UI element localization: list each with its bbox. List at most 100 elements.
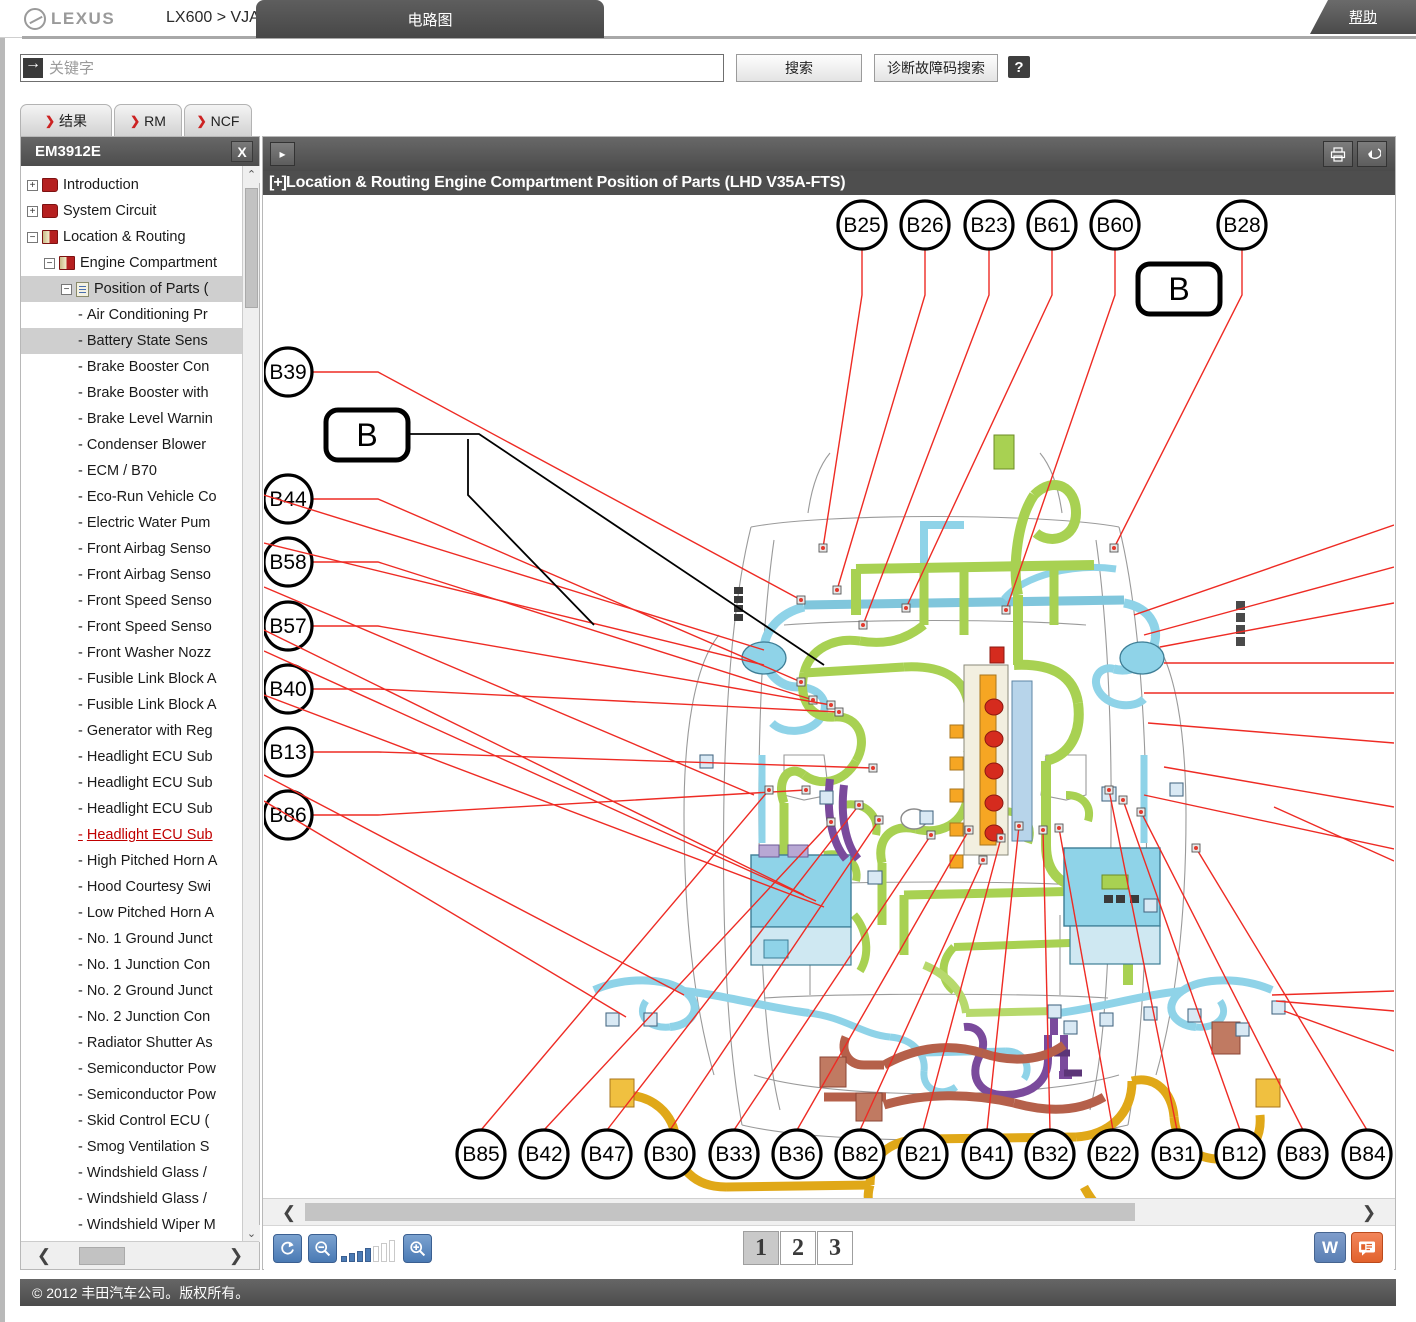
collapse-icon[interactable]: − [27, 232, 38, 243]
zoom-bar[interactable] [349, 1253, 355, 1262]
tree-item[interactable]: +System Circuit [21, 198, 259, 224]
zoom-bar[interactable] [373, 1246, 379, 1262]
tree-item[interactable]: -Electric Water Pum [21, 510, 259, 536]
page-title-expand[interactable]: [+] [269, 174, 286, 192]
callout-B28[interactable]: B28 [1218, 201, 1266, 249]
tree-item[interactable]: -Front Speed Senso [21, 614, 259, 640]
canvas-scroll-left-icon[interactable]: ❮ [277, 1201, 301, 1224]
tree-item[interactable]: -ECM / B70 [21, 458, 259, 484]
tree-item[interactable]: -No. 2 Junction Con [21, 1004, 259, 1030]
callout-B23[interactable]: B23 [965, 201, 1013, 249]
callout-B47[interactable]: B47 [583, 1130, 631, 1178]
tree-item[interactable]: -Fusible Link Block A [21, 692, 259, 718]
tree-item[interactable]: -Windshield Glass / [21, 1160, 259, 1186]
callout-B26[interactable]: B26 [901, 201, 949, 249]
zoom-bar[interactable] [389, 1240, 395, 1262]
search-input[interactable] [43, 56, 723, 80]
tab-rm[interactable]: ❯ RM [114, 104, 182, 136]
tree-item[interactable]: -No. 1 Ground Junct [21, 926, 259, 952]
printer-icon[interactable] [1323, 141, 1353, 167]
diagram-canvas[interactable]: B25B26B23B61B60B28B39B44B58B57B40B13B86B… [264, 195, 1394, 1322]
tree-item[interactable]: -Semiconductor Pow [21, 1082, 259, 1108]
tree-item[interactable]: -Front Speed Senso [21, 588, 259, 614]
tree-item[interactable]: −Engine Compartment [21, 250, 259, 276]
callout-B39[interactable]: B39 [264, 348, 312, 396]
tree-item[interactable]: +Introduction [21, 172, 259, 198]
callout-B25[interactable]: B25 [838, 201, 886, 249]
zoom-bar[interactable] [357, 1251, 363, 1262]
canvas-scroll-right-icon[interactable]: ❯ [1357, 1201, 1381, 1224]
callout-B85[interactable]: B85 [457, 1130, 505, 1178]
back-icon[interactable] [1357, 141, 1387, 167]
expand-panel-icon[interactable]: ▸ [270, 142, 295, 166]
callout-B44[interactable]: B44 [264, 475, 312, 523]
hscroll-left-icon[interactable]: ❮ [33, 1245, 55, 1267]
callout-B41[interactable]: B41 [963, 1130, 1011, 1178]
search-field-wrapper[interactable] [20, 54, 724, 82]
page-button-2[interactable]: 2 [780, 1231, 816, 1265]
page-button-3[interactable]: 3 [817, 1231, 853, 1265]
tree-item[interactable]: -Fusible Link Block A [21, 666, 259, 692]
tree-item[interactable]: -Headlight ECU Sub [21, 744, 259, 770]
note-button[interactable] [1351, 1232, 1383, 1263]
callout-B13[interactable]: B13 [264, 728, 312, 776]
tree-item[interactable]: -Air Conditioning Pr [21, 302, 259, 328]
callout-B57[interactable]: B57 [264, 602, 312, 650]
refresh-icon[interactable] [273, 1234, 302, 1263]
zoom-level-indicator[interactable] [341, 1238, 399, 1262]
zoom-bar[interactable] [381, 1243, 387, 1262]
expand-icon[interactable]: + [27, 206, 38, 217]
tree-item[interactable]: -Front Airbag Senso [21, 562, 259, 588]
tree-item[interactable]: −Location & Routing [21, 224, 259, 250]
tree-item[interactable]: -No. 1 Junction Con [21, 952, 259, 978]
tree-item[interactable]: -Brake Booster with [21, 380, 259, 406]
callout-B40[interactable]: B40 [264, 665, 312, 713]
navigation-tree[interactable]: +Introduction+System Circuit−Location & … [21, 166, 259, 1242]
tree-item[interactable]: -Battery State Sens [21, 328, 259, 354]
tab-circuit-diagram[interactable]: 电路图 [256, 0, 604, 38]
collapse-icon[interactable]: − [44, 258, 55, 269]
section-marker-box[interactable]: B [1138, 264, 1220, 314]
callout-B31[interactable]: B31 [1153, 1130, 1201, 1178]
tree-item[interactable]: -Low Pitched Horn A [21, 900, 259, 926]
tree-item[interactable]: -Radiator Shutter As [21, 1030, 259, 1056]
scroll-thumb[interactable] [245, 188, 258, 308]
tree-vertical-scrollbar[interactable]: ⌃ ⌄ [242, 166, 259, 1242]
hscroll-right-icon[interactable]: ❯ [225, 1245, 247, 1267]
tree-item[interactable]: -Front Airbag Senso [21, 536, 259, 562]
tree-item[interactable]: -Generator with Reg [21, 718, 259, 744]
callout-B82[interactable]: B82 [836, 1130, 884, 1178]
help-question-icon[interactable]: ? [1008, 56, 1030, 78]
tree-item[interactable]: -Hood Courtesy Swi [21, 874, 259, 900]
callout-B30[interactable]: B30 [646, 1130, 694, 1178]
tree-item[interactable]: -No. 2 Ground Junct [21, 978, 259, 1004]
tree-item[interactable]: -Windshield Wiper M [21, 1212, 259, 1238]
callout-B42[interactable]: B42 [520, 1130, 568, 1178]
zoom-out-icon[interactable] [308, 1234, 337, 1263]
callout-B33[interactable]: B33 [710, 1130, 758, 1178]
submit-arrow-icon[interactable] [23, 58, 43, 78]
canvas-scroll-thumb[interactable] [305, 1203, 1135, 1221]
tree-item[interactable]: -Brake Booster Con [21, 354, 259, 380]
scroll-up-icon[interactable]: ⌃ [243, 166, 260, 183]
search-button[interactable]: 搜索 [736, 54, 862, 82]
tree-item[interactable]: -Smog Ventilation S [21, 1134, 259, 1160]
tree-item[interactable]: -Skid Control ECU ( [21, 1108, 259, 1134]
tree-item[interactable]: −Position of Parts ( [21, 276, 259, 302]
tree-item[interactable]: -Condenser Blower [21, 432, 259, 458]
callout-B61[interactable]: B61 [1028, 201, 1076, 249]
page-button-1[interactable]: 1 [743, 1231, 779, 1265]
expand-icon[interactable]: + [27, 180, 38, 191]
tree-item[interactable]: -Brake Level Warnin [21, 406, 259, 432]
tree-item[interactable]: -Headlight ECU Sub [21, 770, 259, 796]
tree-item[interactable]: -Windshield Glass / [21, 1186, 259, 1212]
zoom-in-icon[interactable] [403, 1234, 432, 1263]
close-icon[interactable]: X [231, 141, 253, 162]
tree-item[interactable]: -Headlight ECU Sub [21, 822, 259, 848]
tree-item[interactable]: -Headlight ECU Sub [21, 796, 259, 822]
callout-B84[interactable]: B84 [1343, 1130, 1391, 1178]
tree-item[interactable]: -Eco-Run Vehicle Co [21, 484, 259, 510]
dtc-search-button[interactable]: 诊断故障码搜索 [874, 54, 998, 82]
tree-item[interactable]: -High Pitched Horn A [21, 848, 259, 874]
collapse-icon[interactable]: − [61, 284, 72, 295]
